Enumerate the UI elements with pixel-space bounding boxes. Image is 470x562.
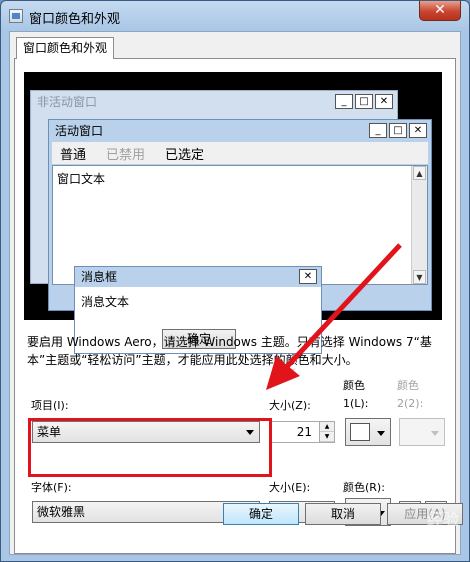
scroll-down-icon[interactable]: ▼ bbox=[413, 270, 426, 284]
window-app-icon bbox=[9, 9, 23, 23]
inactive-maximize-icon: □ bbox=[355, 94, 373, 109]
message-box-caption[interactable]: 消息框 ✕ bbox=[75, 267, 321, 287]
color2-label-bottom: 2(2): bbox=[397, 397, 424, 410]
active-minimize-icon: _ bbox=[369, 123, 387, 138]
color1-label-top: 颜色 bbox=[343, 379, 365, 392]
menu-item-normal[interactable]: 普通 bbox=[60, 144, 86, 163]
font-select-value: 微软雅黑 bbox=[37, 505, 86, 519]
scroll-up-icon[interactable]: ▲ bbox=[413, 166, 426, 180]
tab-page: 非活动窗口 _ □ ✕ 活动窗口 _ □ ✕ 普通 已禁用 已选定 窗口文本 ▲… bbox=[14, 58, 456, 554]
message-box-title: 消息框 bbox=[81, 270, 118, 284]
size1-spinner[interactable]: 21 ▲ ▼ bbox=[269, 421, 335, 443]
active-close-icon: ✕ bbox=[409, 123, 427, 138]
annotation-highlight-box bbox=[28, 418, 272, 477]
active-maximize-icon: □ bbox=[389, 123, 407, 138]
active-window-caption[interactable]: 活动窗口 _ □ ✕ bbox=[49, 120, 431, 142]
inactive-minimize-icon: _ bbox=[335, 94, 353, 109]
active-window-title: 活动窗口 bbox=[55, 124, 104, 138]
color2-button[interactable] bbox=[399, 418, 445, 446]
preview-scrollbar[interactable]: ▲ ▼ bbox=[411, 166, 427, 284]
color1-label-bottom: 1(L): bbox=[343, 397, 369, 410]
spin-up-icon[interactable]: ▲ bbox=[320, 422, 334, 432]
title-bar[interactable]: 窗口颜色和外观 ✕ bbox=[1, 1, 469, 31]
chevron-down-icon bbox=[431, 431, 439, 436]
color1-swatch bbox=[350, 423, 370, 441]
font-label: 字体(F): bbox=[31, 481, 72, 494]
aero-description: 要启用 Windows Aero，请选择 Windows 主题。只有选择 Win… bbox=[27, 335, 432, 367]
dialog-client-area: 窗口颜色和外观 非活动窗口 _ □ ✕ 活动窗口 _ □ ✕ 普通 已禁用 已选… bbox=[9, 31, 461, 555]
ok-button[interactable]: 确定 bbox=[223, 503, 299, 525]
color1-button[interactable] bbox=[345, 418, 391, 446]
inactive-close-icon: ✕ bbox=[375, 94, 393, 109]
font-color-label: 颜色(R): bbox=[343, 481, 385, 494]
size2-label: 大小(E): bbox=[269, 481, 311, 494]
inactive-window-title: 非活动窗口 bbox=[37, 95, 98, 109]
chevron-down-icon bbox=[377, 431, 385, 436]
window-title: 窗口颜色和外观 bbox=[29, 12, 121, 27]
message-box-text: 消息文本 bbox=[81, 295, 130, 309]
preview-menu-bar[interactable]: 普通 已禁用 已选定 bbox=[52, 142, 428, 164]
size1-label: 大小(Z): bbox=[269, 399, 311, 412]
preview-area[interactable]: 非活动窗口 _ □ ✕ 活动窗口 _ □ ✕ 普通 已禁用 已选定 窗口文本 ▲… bbox=[24, 72, 442, 354]
window-close-button[interactable]: ✕ bbox=[419, 1, 461, 21]
cancel-button[interactable]: 取消 bbox=[305, 503, 381, 525]
menu-item-disabled[interactable]: 已禁用 bbox=[106, 144, 145, 163]
inactive-window-caption[interactable]: 非活动窗口 _ □ ✕ bbox=[31, 91, 397, 113]
item-label: 项目(I): bbox=[31, 399, 69, 412]
spin-down-icon[interactable]: ▼ bbox=[320, 432, 334, 442]
menu-item-selected[interactable]: 已选定 bbox=[165, 144, 204, 163]
watermark-text: 经验 bbox=[426, 510, 459, 529]
message-box-close-icon: ✕ bbox=[299, 269, 317, 284]
window-text-label: 窗口文本 bbox=[57, 172, 106, 186]
size1-value: 21 bbox=[296, 425, 312, 439]
dialog-window: 窗口颜色和外观 ✕ 窗口颜色和外观 非活动窗口 _ □ ✕ 活动窗口 _ □ ✕… bbox=[0, 0, 470, 562]
tab-window-color-appearance[interactable]: 窗口颜色和外观 bbox=[16, 37, 114, 59]
color2-label-top: 颜色 bbox=[397, 379, 419, 392]
